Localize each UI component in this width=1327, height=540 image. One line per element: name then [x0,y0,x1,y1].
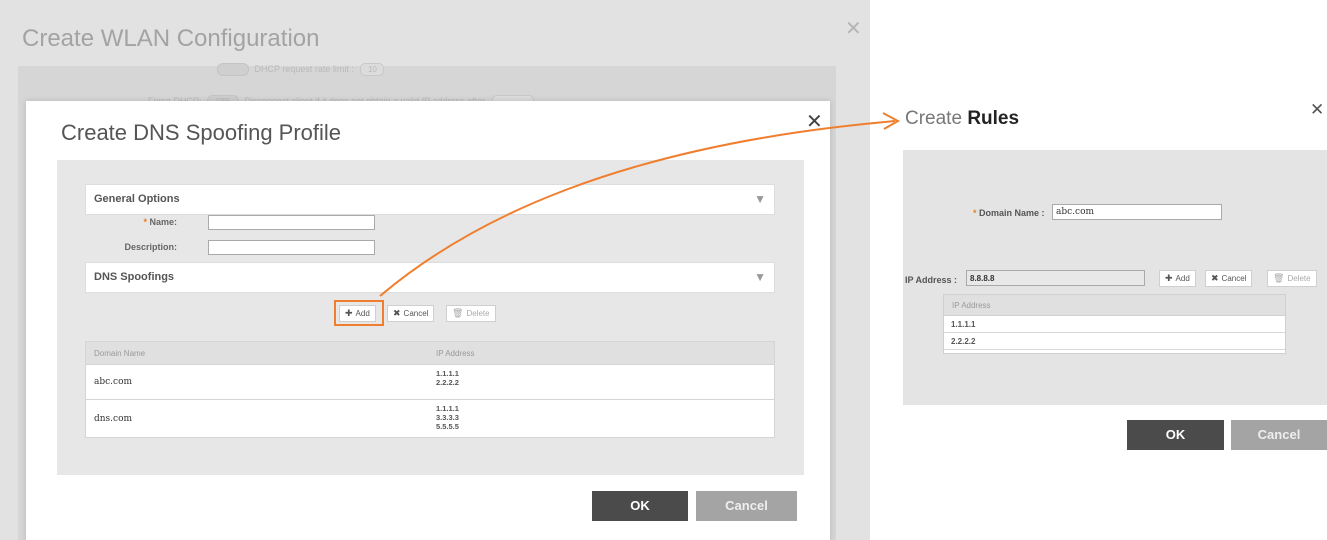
ip-address-label: IP Address : [905,275,958,285]
rules-table-row[interactable]: 2.2.2.2 [944,333,1285,350]
rules-ok-button[interactable]: OK [1127,420,1224,450]
rules-add-label: Add [1175,274,1190,283]
rules-title-prefix: Create [905,108,963,129]
rules-delete-button[interactable]: 🗑 Delete [1267,270,1317,287]
x-icon: ✖ [1211,273,1219,283]
rules-form-panel: * Domain Name : IP Address : ✚Add ✖Cance… [903,150,1327,405]
domain-name-label: * Domain Name : [973,208,1045,218]
domain-name-label-text: Domain Name : [979,208,1045,218]
rules-cancel-button[interactable]: Cancel [1231,420,1327,450]
rules-ip-table: IP Address 1.1.1.1 2.2.2.2 [943,294,1286,354]
plus-icon: ✚ [1165,273,1173,283]
rules-table-row[interactable]: 1.1.1.1 [944,316,1285,333]
rules-dialog-title: Create Rules [905,108,1019,130]
callout-curve [379,120,896,297]
trash-icon: 🗑 [1273,273,1285,283]
domain-name-input[interactable] [1052,204,1222,220]
rules-close-icon[interactable]: ✕ [1310,100,1324,120]
rules-add-button[interactable]: ✚ Add [1159,270,1196,287]
rules-title-bold: Rules [967,108,1020,129]
ip-address-input[interactable] [966,270,1145,286]
rules-cancel-edit-button[interactable]: ✖ Cancel [1205,270,1253,287]
rules-delete-label: Delete [1287,274,1311,283]
rules-table-header: IP Address [944,295,1285,316]
rules-cancel-edit-label: Cancel [1221,274,1247,283]
